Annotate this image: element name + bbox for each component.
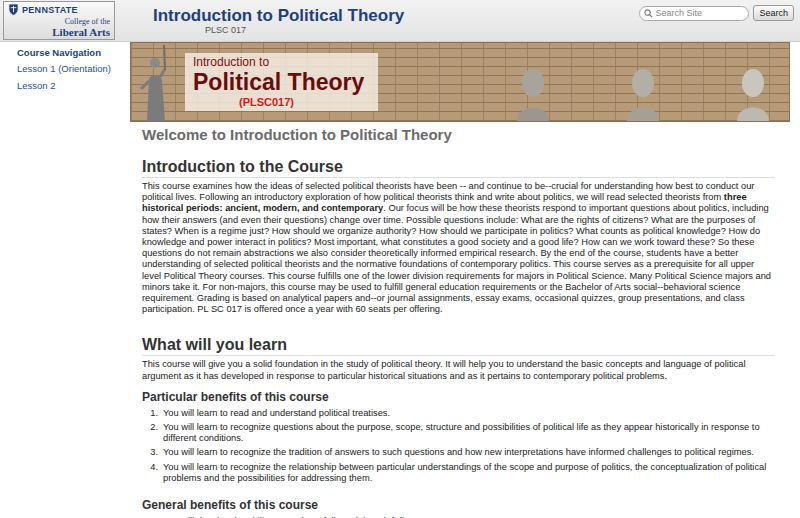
- content-section: Introduction to the Course This course ex…: [142, 157, 774, 315]
- item-number: 2.: [148, 422, 158, 444]
- search-button[interactable]: Search: [753, 5, 794, 21]
- text-segment: You will develop the ability to: [163, 516, 284, 518]
- magnifier-icon: [644, 9, 653, 18]
- bust-icon: [623, 61, 663, 121]
- section-paragraph: This course examines how the ideas of se…: [142, 181, 774, 315]
- text-segment: You will learn to recognize questions ab…: [163, 422, 760, 443]
- banner-line: (PLSC017): [239, 95, 364, 109]
- item-number: 4.: [148, 462, 158, 484]
- course-banner: Introduction toPolitical Theory(PLSC017): [130, 42, 790, 122]
- logo-college-line: Liberal Arts: [52, 26, 110, 38]
- text-segment: You will learn to recognize the relation…: [163, 462, 766, 483]
- benefit-item: 4.You will learn to recognize the relati…: [148, 462, 774, 484]
- sidebar-item[interactable]: Lesson 2: [17, 77, 130, 94]
- sidebar-item[interactable]: Lesson 1 (Orientation): [17, 60, 130, 77]
- content-section: What will you learn This course will give…: [142, 335, 774, 518]
- benefit-list: 1. You will learn to read and understand …: [142, 408, 774, 484]
- banner-busts: [513, 61, 783, 121]
- shield-icon: [8, 3, 19, 16]
- item-text: You will learn to read and understand po…: [163, 408, 774, 419]
- item-text: You will learn to recognize the traditio…: [163, 447, 774, 458]
- text-segment: read: [284, 516, 303, 518]
- section-paragraph: This course will give you a solid founda…: [142, 359, 774, 381]
- search-input[interactable]: [655, 8, 744, 18]
- bust-icon: [733, 61, 773, 121]
- section-heading: What will you learn: [142, 335, 774, 356]
- item-number: 3.: [148, 447, 158, 458]
- main-content: Introduction toPolitical Theory(PLSC017)…: [130, 42, 790, 518]
- logo-brand: PENNSTATE: [22, 5, 78, 15]
- sidebar-heading: Course Navigation: [17, 46, 130, 60]
- section-heading: Introduction to the Course: [142, 157, 774, 178]
- logo-college: College of theLiberal Arts: [8, 17, 110, 38]
- benefit-item: 2.You will learn to recognize questions …: [148, 422, 774, 444]
- subsection: Particular benefits of this course 1. You …: [142, 390, 774, 484]
- pennstate-logo[interactable]: PENNSTATE College of theLiberal Arts: [3, 1, 115, 40]
- item-number: 1.: [148, 408, 158, 419]
- item-text: You will develop the ability to read car…: [163, 516, 774, 518]
- site-title[interactable]: Introduction to Political Theory: [153, 6, 404, 25]
- article: Welcome to Introduction to Political The…: [130, 126, 790, 518]
- item-text: You will learn to recognize the relation…: [163, 462, 774, 484]
- site-subtitle: PLSC 017: [205, 25, 404, 36]
- benefit-item: 3. You will learn to recognize the tradit…: [148, 447, 774, 458]
- benefit-item: 1. You will develop the ability to read c…: [148, 516, 774, 518]
- banner-line: Introduction to: [193, 55, 364, 69]
- text-segment: You will learn to read and understand po…: [163, 408, 390, 418]
- text-segment: This course will give you a solid founda…: [142, 359, 745, 380]
- item-text: You will learn to recognize questions ab…: [163, 422, 774, 444]
- site-header: PENNSTATE College of theLiberal Arts Intro…: [0, 0, 800, 42]
- benefit-item: 1. You will learn to read and understand …: [148, 408, 774, 419]
- sidebar: Course NavigationLesson 1 (Orientation)L…: [0, 42, 130, 518]
- subsection-heading: Particular benefits of this course: [142, 390, 774, 405]
- logo-college-line: College of the: [65, 17, 110, 26]
- banner-line: Political Theory: [193, 69, 364, 95]
- text-segment: carefully and thoughtfully: [303, 516, 408, 518]
- text-segment: . Our focus will be how these theorists …: [142, 203, 771, 314]
- course-page: PENNSTATE College of theLiberal Arts Intro…: [0, 0, 800, 518]
- subsection-heading: General benefits of this course: [142, 498, 774, 513]
- justice-statue-icon: [135, 41, 175, 121]
- search-area: Search: [639, 5, 794, 21]
- item-number: 1.: [148, 516, 158, 518]
- bust-icon: [513, 61, 553, 121]
- page-title: Welcome to Introduction to Political The…: [142, 126, 774, 144]
- logo-brand-row: PENNSTATE: [8, 3, 110, 16]
- banner-title: Introduction toPolitical Theory(PLSC017): [185, 53, 378, 111]
- site-titles: Introduction to Political TheoryPLSC 017: [153, 6, 404, 36]
- page-body: Course NavigationLesson 1 (Orientation)L…: [0, 42, 800, 518]
- text-segment: You will learn to recognize the traditio…: [163, 447, 754, 457]
- search-field[interactable]: [639, 6, 749, 21]
- benefit-list: 1. You will develop the ability to read c…: [142, 516, 774, 518]
- text-segment: This course examines how the ideas of se…: [142, 181, 754, 202]
- subsection: General benefits of this course 1. You wil…: [142, 498, 774, 518]
